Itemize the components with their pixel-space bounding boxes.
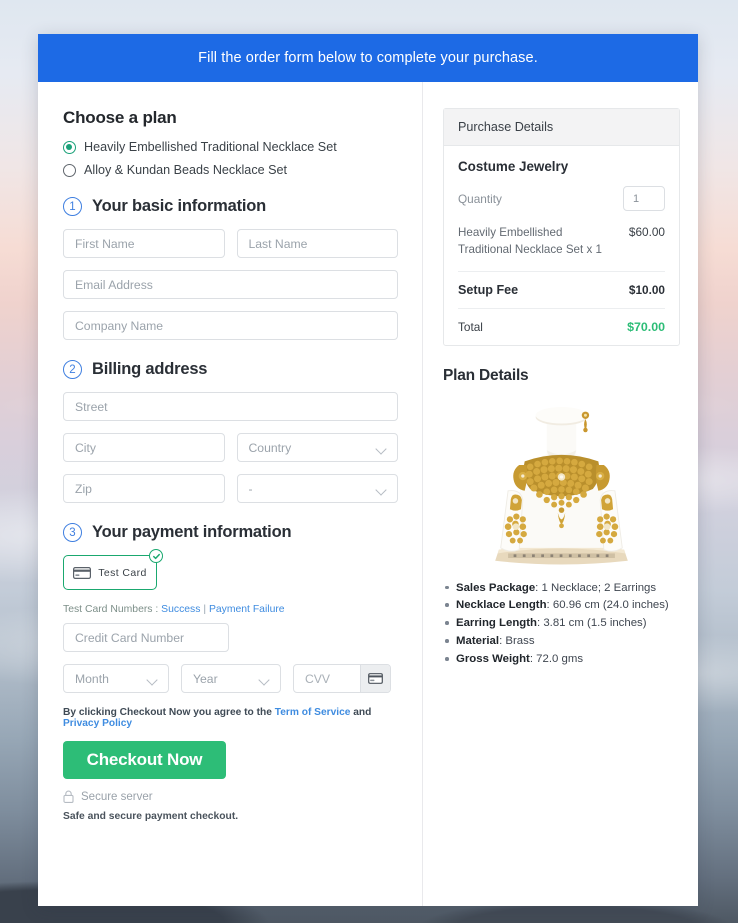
line-item-name: Heavily Embellished Traditional Necklace… bbox=[458, 226, 602, 256]
plan-option-label: Heavily Embellished Traditional Necklace… bbox=[84, 140, 337, 154]
name-row: First Name Last Name bbox=[63, 229, 398, 258]
first-name-input[interactable]: First Name bbox=[63, 229, 225, 258]
step-basic-information: 1 Your basic information bbox=[63, 197, 398, 216]
last-name-input[interactable]: Last Name bbox=[236, 229, 398, 258]
safe-checkout-note: Safe and secure payment checkout. bbox=[63, 811, 239, 822]
order-form-column: Choose a plan Heavily Embellished Tradit… bbox=[38, 82, 423, 906]
secure-server-label: Secure server bbox=[81, 790, 153, 803]
credit-card-icon bbox=[73, 566, 92, 579]
spec-item: Gross Weight: 72.0 gms bbox=[443, 651, 680, 668]
credit-card-number-input[interactable]: Credit Card Number bbox=[63, 623, 229, 652]
test-numbers-prefix: Test Card Numbers : bbox=[63, 604, 159, 615]
terms-agreement-text: By clicking Checkout Now you agree to th… bbox=[63, 707, 398, 729]
setup-fee-price: $10.00 bbox=[628, 282, 665, 297]
total-label: Total bbox=[458, 319, 483, 334]
spec-item: Sales Package: 1 Necklace; 2 Earrings bbox=[443, 580, 680, 597]
purchase-details-heading: Purchase Details bbox=[444, 109, 679, 146]
radio-selected-icon[interactable] bbox=[63, 140, 76, 154]
spec-item: Necklace Length: 60.96 cm (24.0 inches) bbox=[443, 597, 680, 614]
expiry-year-select[interactable]: Year bbox=[181, 664, 281, 693]
state-select[interactable]: - bbox=[236, 474, 398, 503]
terms-prefix: By clicking Checkout Now you agree to th… bbox=[63, 707, 272, 718]
company-name-input[interactable]: Company Name bbox=[63, 311, 398, 340]
city-input[interactable]: City bbox=[63, 433, 225, 462]
spec-label: Necklace Length bbox=[456, 599, 547, 612]
step-title: Your payment information bbox=[92, 523, 292, 541]
plan-option-label: Alloy & Kundan Beads Necklace Set bbox=[84, 163, 288, 177]
plan-option-heavily-embellished[interactable]: Heavily Embellished Traditional Necklace… bbox=[63, 140, 398, 154]
success-test-card-link[interactable]: Success bbox=[161, 604, 200, 615]
street-row: Street bbox=[63, 392, 398, 421]
zip-input[interactable]: Zip bbox=[63, 474, 225, 503]
summary-column: Purchase Details Costume Jewelry Quantit… bbox=[423, 82, 698, 906]
card-back-icon bbox=[368, 673, 383, 684]
expiry-cvv-row: Month Year CVV bbox=[63, 664, 398, 693]
step-number-badge: 2 bbox=[63, 360, 82, 379]
step-title: Your basic information bbox=[92, 197, 267, 215]
step-number-badge: 1 bbox=[63, 197, 82, 216]
quantity-row: Quantity 1 bbox=[458, 186, 665, 211]
email-input[interactable]: Email Address bbox=[63, 270, 398, 299]
step-title: Billing address bbox=[92, 360, 208, 378]
purchase-details-body: Costume Jewelry Quantity 1 Heavily Embel… bbox=[444, 146, 679, 345]
expiry-month-select[interactable]: Month bbox=[63, 664, 169, 693]
street-input[interactable]: Street bbox=[63, 392, 398, 421]
product-specs-list: Sales Package: 1 Necklace; 2 Earrings Ne… bbox=[443, 580, 680, 668]
spec-value: : 1 Necklace; 2 Earrings bbox=[535, 581, 657, 594]
line-item-row: Heavily Embellished Traditional Necklace… bbox=[458, 225, 665, 272]
spec-label: Earring Length bbox=[456, 617, 538, 630]
spec-item: Earring Length: 3.81 cm (1.5 inches) bbox=[443, 615, 680, 632]
country-select[interactable]: Country bbox=[236, 433, 398, 462]
cvv-help-button[interactable] bbox=[360, 665, 390, 692]
step-billing-address: 2 Billing address bbox=[63, 360, 398, 379]
setup-fee-row: Setup Fee $10.00 bbox=[458, 272, 665, 309]
purchase-details-box: Purchase Details Costume Jewelry Quantit… bbox=[443, 108, 680, 346]
spec-label: Gross Weight bbox=[456, 653, 530, 666]
cvv-field-group: CVV bbox=[293, 664, 391, 693]
total-row: Total $70.00 bbox=[458, 309, 665, 334]
credit-card-row: Credit Card Number bbox=[63, 623, 398, 652]
spec-label: Material bbox=[456, 635, 500, 648]
zip-state-row: Zip - bbox=[63, 474, 398, 503]
total-price: $70.00 bbox=[627, 319, 665, 334]
email-row: Email Address bbox=[63, 270, 398, 299]
spec-value: : 72.0 gms bbox=[529, 653, 584, 666]
checkout-now-button[interactable]: Checkout Now bbox=[63, 741, 226, 779]
product-image bbox=[450, 394, 673, 570]
privacy-policy-link[interactable]: Privacy Policy bbox=[63, 718, 132, 729]
lock-icon bbox=[63, 790, 74, 803]
secure-server-note: Secure server bbox=[63, 790, 398, 803]
plan-option-alloy-kundan[interactable]: Alloy & Kundan Beads Necklace Set bbox=[63, 163, 398, 177]
quantity-input[interactable]: 1 bbox=[623, 186, 665, 211]
company-row: Company Name bbox=[63, 311, 398, 340]
cvv-input[interactable]: CVV bbox=[294, 665, 360, 692]
selected-check-icon bbox=[149, 549, 163, 563]
setup-fee-label: Setup Fee bbox=[458, 282, 519, 297]
link-separator: | bbox=[203, 604, 207, 615]
line-item-price: $60.00 bbox=[628, 225, 665, 239]
quantity-label: Quantity bbox=[458, 191, 502, 206]
step-payment-information: 3 Your payment information bbox=[63, 523, 398, 542]
spec-label: Sales Package bbox=[456, 581, 536, 594]
card-body: Choose a plan Heavily Embellished Tradit… bbox=[38, 82, 698, 906]
radio-unselected-icon[interactable] bbox=[63, 163, 76, 177]
spec-value: : 60.96 cm (24.0 inches) bbox=[546, 599, 669, 612]
city-country-row: City Country bbox=[63, 433, 398, 462]
spec-item: Material: Brass bbox=[443, 633, 680, 650]
terms-and: and bbox=[353, 707, 372, 718]
choose-plan-heading: Choose a plan bbox=[63, 108, 177, 127]
term-of-service-link[interactable]: Term of Service bbox=[275, 707, 351, 718]
test-card-numbers-line: Test Card Numbers : Success | Payment Fa… bbox=[63, 604, 398, 615]
banner-text: Fill the order form below to complete yo… bbox=[198, 50, 538, 66]
test-card-label: Test Card bbox=[98, 566, 147, 579]
payment-failure-test-card-link[interactable]: Payment Failure bbox=[209, 604, 285, 615]
checkout-card: Fill the order form below to complete yo… bbox=[38, 34, 698, 906]
plan-details-heading: Plan Details bbox=[443, 366, 529, 384]
spec-value: : Brass bbox=[499, 635, 535, 648]
test-card-method-button[interactable]: Test Card bbox=[63, 549, 163, 590]
step-number-badge: 3 bbox=[63, 523, 82, 542]
spec-value: : 3.81 cm (1.5 inches) bbox=[537, 617, 647, 630]
page-banner: Fill the order form below to complete yo… bbox=[38, 34, 698, 82]
product-title: Costume Jewelry bbox=[458, 159, 569, 174]
